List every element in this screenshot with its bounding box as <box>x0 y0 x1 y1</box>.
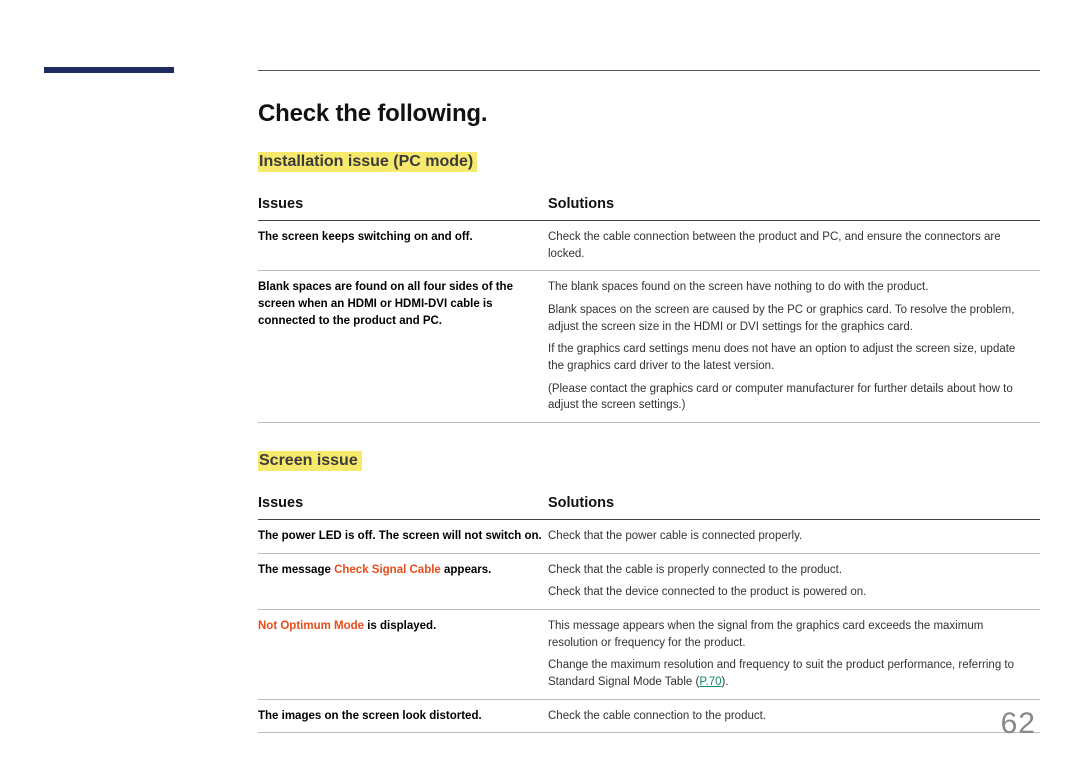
solution-text-part: ). <box>722 676 729 688</box>
solution-text: The blank spaces found on the screen hav… <box>548 279 1034 296</box>
content-area: Check the following. Installation issue … <box>258 100 1040 761</box>
solution-text: If the graphics card settings menu does … <box>548 341 1034 374</box>
issue-cell: Blank spaces are found on all four sides… <box>258 271 548 423</box>
section-heading-installation: Installation issue (PC mode) <box>258 152 477 172</box>
solution-cell: The blank spaces found on the screen hav… <box>548 271 1040 423</box>
table-screen: Issues Solutions The power LED is off. T… <box>258 487 1040 733</box>
solution-text: Blank spaces on the screen are caused by… <box>548 302 1034 335</box>
issue-highlight: Not Optimum Mode <box>258 620 364 632</box>
issue-text: The message <box>258 564 334 576</box>
solution-cell: Check that the cable is properly connect… <box>548 553 1040 609</box>
page-number: 62 <box>1001 707 1036 741</box>
solution-text: Check that the power cable is connected … <box>548 528 1034 545</box>
top-divider <box>258 70 1040 71</box>
page-title: Check the following. <box>258 100 1040 128</box>
section-heading-screen: Screen issue <box>258 451 362 471</box>
solution-cell: Check the cable connection to the produc… <box>548 699 1040 733</box>
table-installation: Issues Solutions The screen keeps switch… <box>258 188 1040 423</box>
table-row: The message Check Signal Cable appears. … <box>258 553 1040 609</box>
table-row: The images on the screen look distorted.… <box>258 699 1040 733</box>
solution-text: Change the maximum resolution and freque… <box>548 657 1034 690</box>
col-header-solutions: Solutions <box>548 188 1040 221</box>
issue-cell: The message Check Signal Cable appears. <box>258 553 548 609</box>
page-ref-link[interactable]: P.70 <box>699 676 721 688</box>
issue-text: is displayed. <box>364 620 436 632</box>
solution-text: Check the cable connection between the p… <box>548 229 1034 262</box>
solution-text: Check that the cable is properly connect… <box>548 562 1034 579</box>
table-row: Not Optimum Mode is displayed. This mess… <box>258 610 1040 700</box>
table-row: The screen keeps switching on and off. C… <box>258 221 1040 271</box>
issue-cell: Not Optimum Mode is displayed. <box>258 610 548 700</box>
issue-cell: The images on the screen look distorted. <box>258 699 548 733</box>
solution-text: (Please contact the graphics card or com… <box>548 381 1034 414</box>
col-header-issues: Issues <box>258 188 548 221</box>
solution-text: This message appears when the signal fro… <box>548 618 1034 651</box>
col-header-issues: Issues <box>258 487 548 520</box>
solution-cell: This message appears when the signal fro… <box>548 610 1040 700</box>
solution-cell: Check that the power cable is connected … <box>548 520 1040 554</box>
accent-bar <box>44 67 174 73</box>
solution-text-part: Change the maximum resolution and freque… <box>548 659 1014 688</box>
table-row: Blank spaces are found on all four sides… <box>258 271 1040 423</box>
issue-text: appears. <box>441 564 492 576</box>
solution-text: Check the cable connection to the produc… <box>548 708 1034 725</box>
issue-cell: The power LED is off. The screen will no… <box>258 520 548 554</box>
solution-text: Check that the device connected to the p… <box>548 584 1034 601</box>
table-row: The power LED is off. The screen will no… <box>258 520 1040 554</box>
issue-highlight: Check Signal Cable <box>334 564 441 576</box>
solution-cell: Check the cable connection between the p… <box>548 221 1040 271</box>
issue-cell: The screen keeps switching on and off. <box>258 221 548 271</box>
col-header-solutions: Solutions <box>548 487 1040 520</box>
